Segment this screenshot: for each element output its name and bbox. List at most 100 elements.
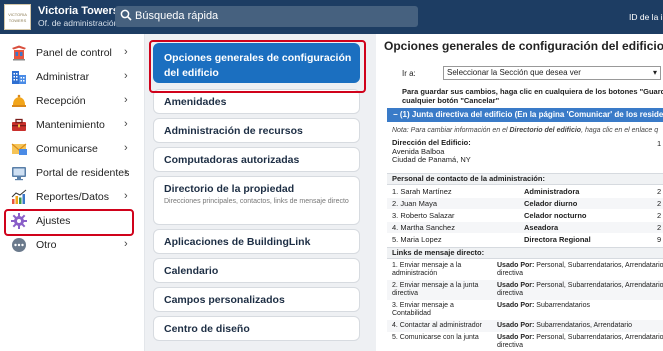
quick-search-input[interactable]: Búsqueda rápida <box>115 6 418 27</box>
direct-link-row[interactable]: 2. Enviar mensaje a la junta directiva U… <box>387 280 663 300</box>
nav-item-administrar[interactable]: Administrar › <box>0 65 145 89</box>
contact-name: 5. Maria Lopez <box>392 235 442 244</box>
section-header-junta-directiva[interactable]: − (1) Junta directiva del edificio (En l… <box>387 108 663 122</box>
contact-ext: 2 <box>657 187 662 196</box>
direct-link-row[interactable]: 1. Enviar mensaje a la administración Us… <box>387 260 663 280</box>
dashboard-icon <box>12 45 26 61</box>
nav-item-mantenimiento[interactable]: Mantenimiento › <box>0 113 145 137</box>
contact-name: 3. Roberto Salazar <box>392 211 455 220</box>
menu-item-title: Campos personalizados <box>164 294 285 306</box>
menu-item-directorio-de-la-propiedad[interactable]: Directorio de la propiedad Direcciones p… <box>153 176 360 225</box>
save-instructions-line2: cualquier botón "Cancelar" <box>402 96 500 105</box>
building-subtitle: Of. de administración <box>38 18 119 28</box>
menu-item-title: Directorio de la propiedad <box>164 183 295 195</box>
directory-line2: Ciudad de Panamá, NY <box>392 155 471 164</box>
contact-role: Administradora <box>524 187 580 196</box>
nav-label: Recepción <box>36 95 86 107</box>
nav-item-recepcion[interactable]: Recepción › <box>0 89 145 113</box>
contact-row: 3. Roberto Salazar Celador nocturno 2 <box>387 210 663 221</box>
go-to-label: Ir a: <box>402 69 416 78</box>
directory-note-suffix: , haga clic en el enlace q <box>581 127 659 134</box>
menu-item-computadoras-autorizadas[interactable]: Computadoras autorizadas <box>153 147 360 172</box>
section-select-value: Seleccionar la Sección que desea ver <box>447 68 581 77</box>
directory-change-note: Nota: Para cambiar información en el Dir… <box>392 127 658 134</box>
chevron-right-icon: › <box>124 46 128 58</box>
direct-link-name: 1. Enviar mensaje a la administración <box>392 262 462 277</box>
toolbox-icon <box>12 118 26 131</box>
chevron-right-icon: › <box>124 94 128 106</box>
menu-item-title: Computadoras autorizadas <box>164 154 300 166</box>
highlight-box-ajustes <box>4 209 134 236</box>
bell-icon <box>12 94 26 107</box>
direct-link-row[interactable]: 3. Enviar mensaje a Contabilidad Usado P… <box>387 300 663 320</box>
chevron-right-icon: › <box>124 70 128 82</box>
nav-item-comunicarse[interactable]: Comunicarse › <box>0 137 145 161</box>
building-settings-panel: Opciones generales de configuración del … <box>376 34 663 351</box>
menu-item-title: Amenidades <box>164 96 227 108</box>
contact-row: 5. Maria Lopez Directora Regional 9 <box>387 234 663 245</box>
direct-link-used-by: Usado Por: Personal, Subarrendatarios, A… <box>497 282 663 298</box>
contact-ext: 9 <box>657 235 662 244</box>
used-by-label: Usado Por: <box>497 282 535 289</box>
chevron-right-icon: › <box>124 238 128 250</box>
save-instructions: Para guardar sus cambios, haga clic en c… <box>402 87 663 105</box>
building-directory-block: Dirección del Edificio: Avenida Balboa C… <box>392 138 471 165</box>
building-name[interactable]: Victoria Towers <box>38 5 119 17</box>
highlight-box-opciones-generales <box>149 40 366 93</box>
nav-item-otro[interactable]: Otro › <box>0 233 145 257</box>
top-bar: VICTORIA TOWERS Victoria Towers Of. de a… <box>0 0 663 34</box>
search-placeholder: Búsqueda rápida <box>135 10 219 22</box>
used-by-label: Usado Por: <box>497 322 535 329</box>
page-title: Opciones generales de configuración del … <box>384 39 663 53</box>
chevron-right-icon: › <box>124 118 128 130</box>
contact-role: Celador nocturno <box>524 211 587 220</box>
menu-item-subtitle: Direcciones principales, contactos, link… <box>164 198 349 205</box>
menu-item-administracion-de-recursos[interactable]: Administración de recursos <box>153 118 360 143</box>
nav-item-portal-de-residentes[interactable]: Portal de residentes › <box>0 161 145 185</box>
used-by-value: Subarrendatarios, Arrendatario <box>534 322 633 329</box>
contact-name: 1. Sarah Martínez <box>392 187 452 196</box>
menu-item-aplicaciones-buildinglink[interactable]: Aplicaciones de BuildingLink <box>153 229 360 254</box>
contact-role: Celador diurno <box>524 199 578 208</box>
nav-label: Mantenimiento <box>36 119 105 131</box>
chevron-right-icon: › <box>124 142 128 154</box>
more-icon <box>12 238 26 252</box>
portal-icon <box>12 167 26 181</box>
contact-row: 2. Juan Maya Celador diurno 2 <box>387 198 663 209</box>
nav-label: Reportes/Datos <box>36 191 109 203</box>
contact-ext: 2 <box>657 223 662 232</box>
section-select[interactable]: Seleccionar la Sección que desea ver ▾ <box>443 66 661 80</box>
menu-item-calendario[interactable]: Calendario <box>153 258 360 283</box>
contact-row: 4. Martha Sanchez Aseadora 2 <box>387 222 663 233</box>
chart-icon <box>11 189 27 204</box>
nav-label: Panel de control <box>36 47 112 59</box>
chevron-right-icon: › <box>124 190 128 202</box>
direct-link-name: 5. Comunicarse con la junta <box>392 334 479 341</box>
contact-role: Aseadora <box>524 223 559 232</box>
direct-link-row[interactable]: 4. Contactar al administrador Usado Por:… <box>387 320 663 332</box>
nav-label: Administrar <box>36 71 90 83</box>
contact-ext: 2 <box>657 211 662 220</box>
directory-right-value: 1 <box>657 139 662 148</box>
direct-link-used-by: Usado Por: Personal, Subarrendatarios, A… <box>497 334 663 350</box>
nav-label: Otro <box>36 239 57 251</box>
contacts-header: Personal de contacto de la administració… <box>387 173 663 185</box>
nav-item-reportes-datos[interactable]: Reportes/Datos › <box>0 185 145 209</box>
used-by-label: Usado Por: <box>497 262 535 269</box>
menu-item-campos-personalizados[interactable]: Campos personalizados <box>153 287 360 312</box>
chevron-down-icon: ▾ <box>652 68 657 77</box>
nav-item-panel-de-control[interactable]: Panel de control › <box>0 41 145 65</box>
menu-item-title: Centro de diseño <box>164 323 250 335</box>
used-by-label: Usado Por: <box>497 302 535 309</box>
installation-id-label: ID de la ins <box>629 12 663 22</box>
contact-row: 1. Sarah Martínez Administradora 2 <box>387 186 663 197</box>
direct-link-name: 2. Enviar mensaje a la junta directiva <box>392 282 479 297</box>
left-navigation: Panel de control › Administrar › Recepci… <box>0 34 145 351</box>
building-logo[interactable]: VICTORIA TOWERS <box>4 4 31 30</box>
direct-link-row[interactable]: 5. Comunicarse con la junta Usado Por: P… <box>387 332 663 351</box>
menu-item-title: Aplicaciones de BuildingLink <box>164 236 311 248</box>
save-instructions-line1: Para guardar sus cambios, haga clic en c… <box>402 87 663 96</box>
menu-item-title: Calendario <box>164 265 219 277</box>
menu-item-centro-de-diseno[interactable]: Centro de diseño <box>153 316 360 341</box>
contact-role: Directora Regional <box>524 235 591 244</box>
